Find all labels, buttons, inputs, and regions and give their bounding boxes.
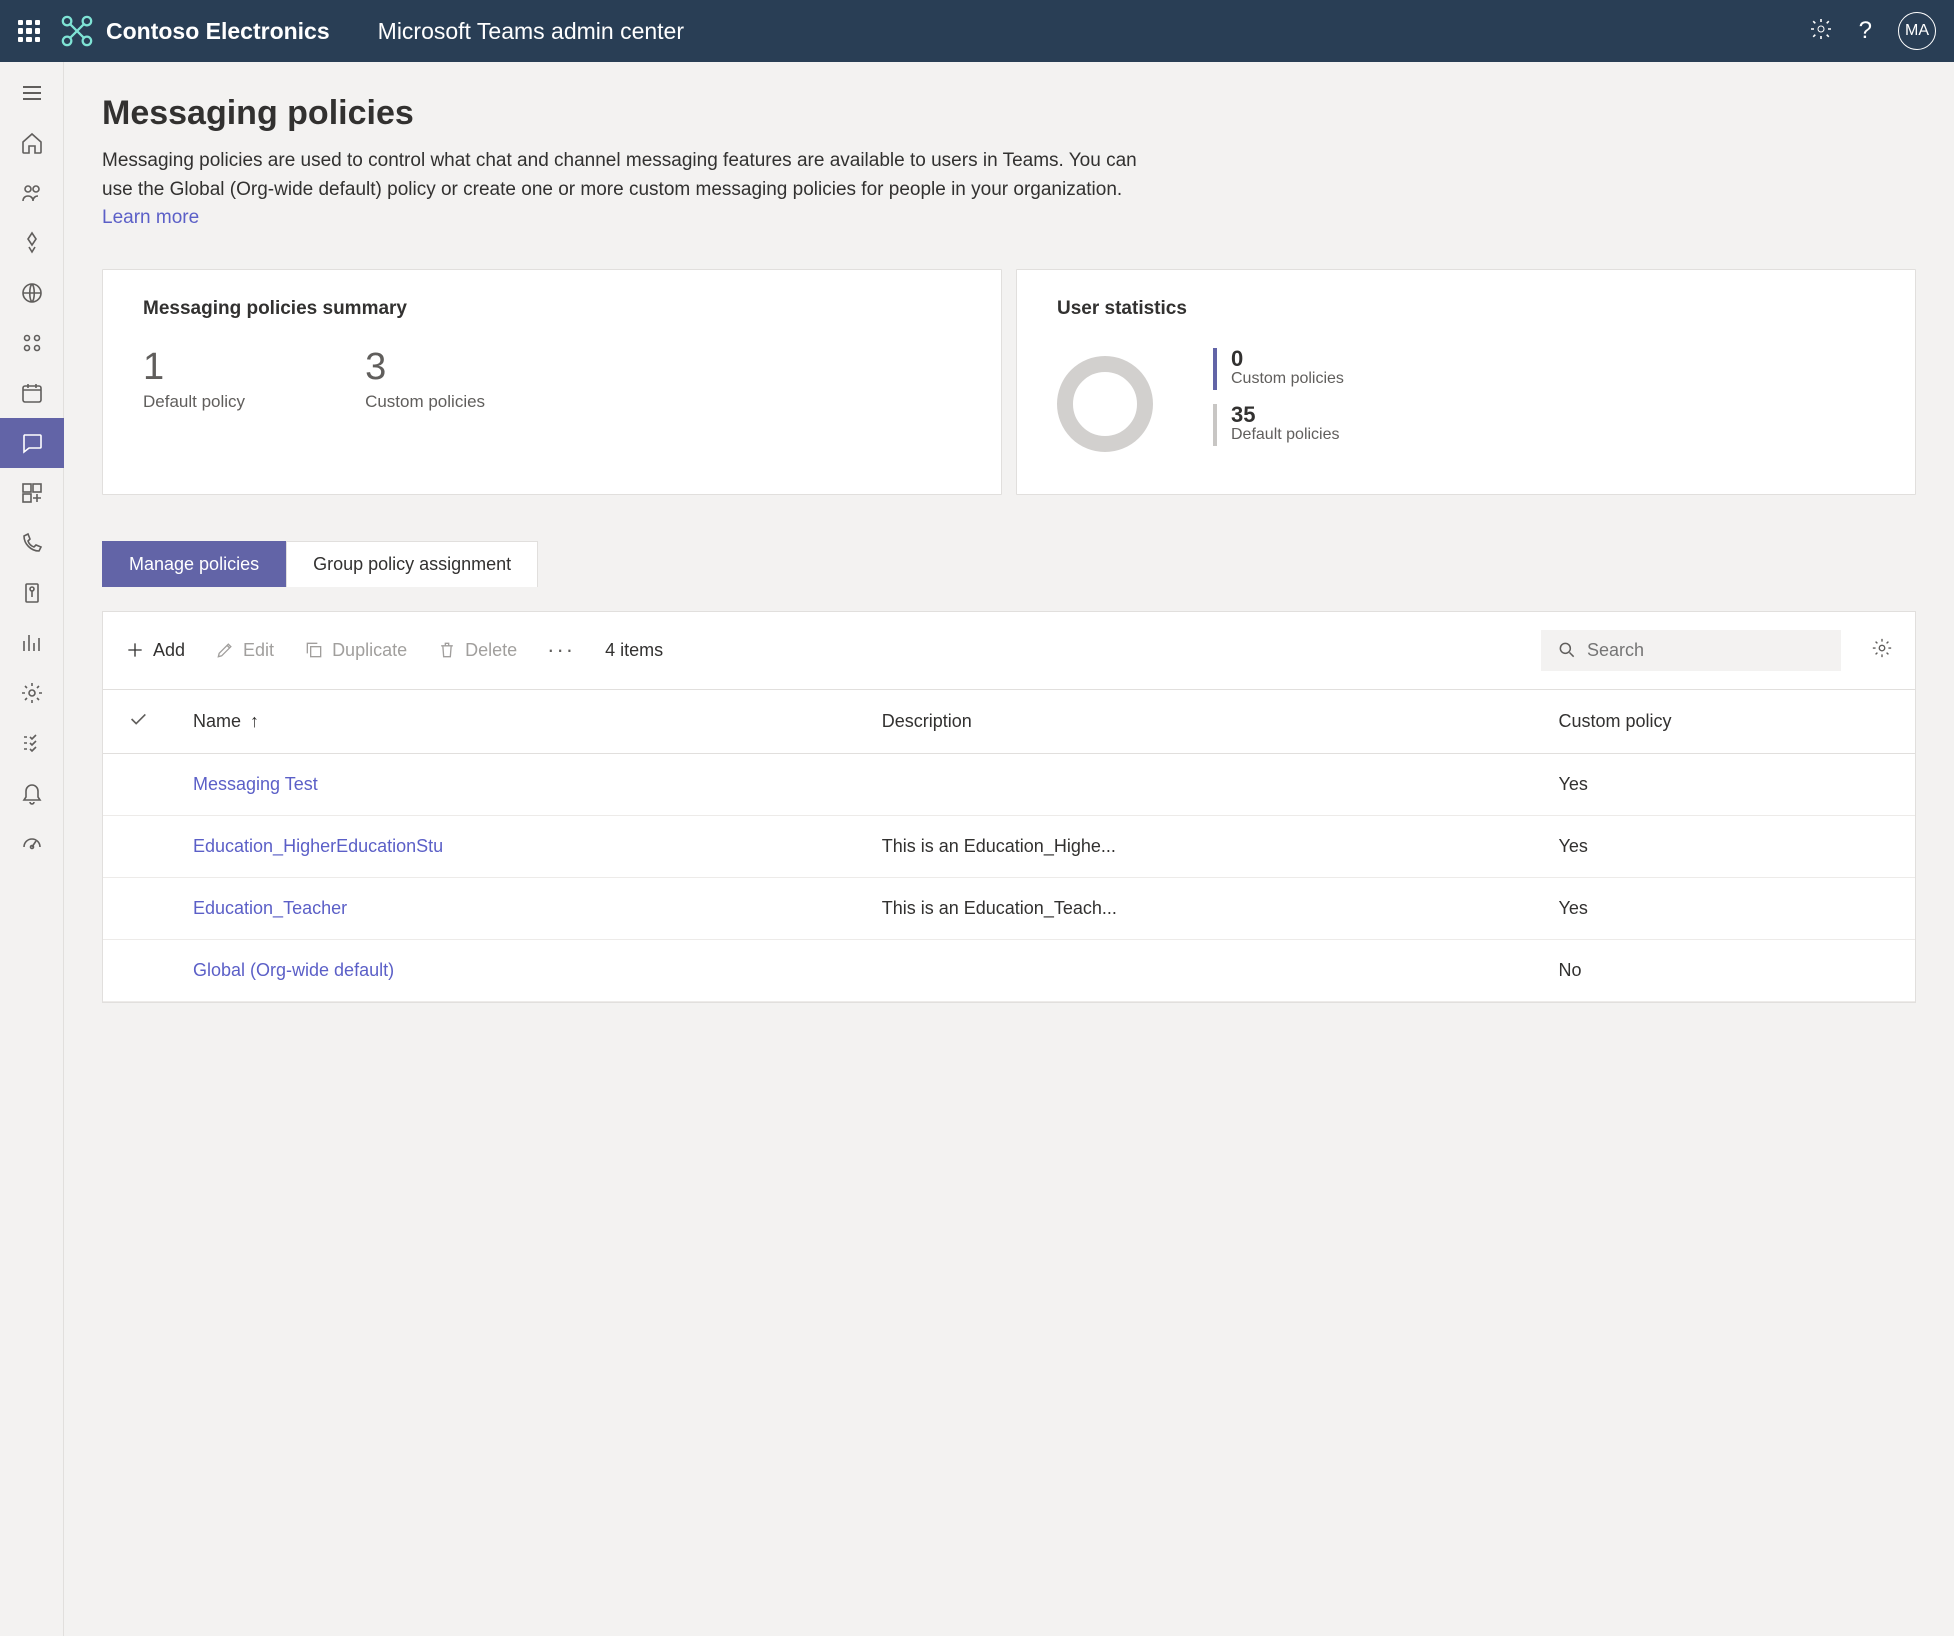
table-settings-icon[interactable] — [1871, 637, 1893, 664]
tab-manage-policies[interactable]: Manage policies — [102, 541, 286, 587]
policies-table: Name ↑ Description Custom policy Messagi… — [103, 690, 1915, 1002]
app-title: Microsoft Teams admin center — [378, 18, 684, 45]
edit-button[interactable]: Edit — [215, 640, 274, 661]
user-default-label: Default policies — [1231, 426, 1340, 444]
settings-icon[interactable] — [1809, 17, 1833, 46]
policy-name-link[interactable]: Messaging Test — [173, 753, 862, 815]
avatar-initials: MA — [1905, 22, 1929, 40]
table-row[interactable]: Global (Org-wide default) No — [103, 939, 1915, 1001]
page-description: Messaging policies are used to control w… — [102, 147, 1162, 233]
learn-more-link[interactable]: Learn more — [102, 207, 199, 228]
summary-title: Messaging policies summary — [143, 298, 965, 320]
app-launcher-icon[interactable] — [18, 20, 40, 42]
nav-home-icon[interactable] — [0, 118, 64, 168]
search-icon — [1557, 640, 1577, 660]
policy-description — [862, 753, 1539, 815]
table-row[interactable]: Education_Teacher This is an Education_T… — [103, 877, 1915, 939]
nav-locations-icon[interactable] — [0, 268, 64, 318]
nav-toggle-icon[interactable] — [0, 68, 64, 118]
more-actions-icon[interactable]: ··· — [547, 637, 575, 663]
col-name[interactable]: Name ↑ — [173, 690, 862, 754]
tab-bar: Manage policies Group policy assignment — [102, 541, 1916, 587]
user-stats-card: User statistics 0 Custom policies — [1016, 269, 1916, 495]
default-policy-label: Default policy — [143, 392, 245, 412]
policy-description — [862, 939, 1539, 1001]
nav-voice-icon[interactable] — [0, 518, 64, 568]
page-title: Messaging policies — [102, 94, 1916, 133]
sort-asc-icon: ↑ — [250, 711, 259, 731]
table-row[interactable]: Education_HigherEducationStu This is an … — [103, 815, 1915, 877]
nav-notifications-icon[interactable] — [0, 768, 64, 818]
user-stats-title: User statistics — [1057, 298, 1879, 320]
items-count: 4 items — [605, 640, 663, 661]
tab-group-policy-assignment[interactable]: Group policy assignment — [286, 541, 538, 587]
user-custom-label: Custom policies — [1231, 370, 1344, 388]
user-avatar[interactable]: MA — [1898, 12, 1936, 50]
left-nav-rail — [0, 62, 64, 1636]
custom-policy-label: Custom policies — [365, 392, 485, 412]
col-custom[interactable]: Custom policy — [1539, 690, 1915, 754]
summary-card: Messaging policies summary 1 Default pol… — [102, 269, 1002, 495]
check-icon — [127, 708, 149, 730]
default-policy-count: 1 — [143, 348, 245, 386]
policy-description: This is an Education_Highe... — [862, 815, 1539, 877]
help-icon[interactable]: ? — [1859, 17, 1872, 45]
policy-custom: Yes — [1539, 753, 1915, 815]
stat-bar-icon — [1213, 348, 1217, 390]
policies-panel: Add Edit Duplicate Delete ··· 4 items — [102, 611, 1916, 1003]
nav-meetings-icon[interactable] — [0, 368, 64, 418]
nav-messaging-icon[interactable] — [0, 418, 64, 468]
org-brand[interactable]: Contoso Electronics — [60, 14, 330, 48]
nav-analytics-icon[interactable] — [0, 618, 64, 668]
nav-devices-icon[interactable] — [0, 218, 64, 268]
policy-custom: No — [1539, 939, 1915, 1001]
main-content: Messaging policies Messaging policies ar… — [64, 62, 1954, 1636]
col-description[interactable]: Description — [862, 690, 1539, 754]
policy-name-link[interactable]: Education_Teacher — [173, 877, 862, 939]
policy-custom: Yes — [1539, 877, 1915, 939]
delete-button[interactable]: Delete — [437, 640, 517, 661]
policy-description: This is an Education_Teach... — [862, 877, 1539, 939]
policy-name-link[interactable]: Global (Org-wide default) — [173, 939, 862, 1001]
nav-dashboard-icon[interactable] — [0, 818, 64, 868]
user-custom-count: 0 — [1231, 348, 1344, 370]
user-default-count: 35 — [1231, 404, 1340, 426]
nav-org-settings-icon[interactable] — [0, 668, 64, 718]
nav-users-icon[interactable] — [0, 318, 64, 368]
search-input[interactable] — [1541, 630, 1841, 671]
add-button[interactable]: Add — [125, 640, 185, 661]
nav-policy-icon[interactable] — [0, 568, 64, 618]
donut-chart-icon — [1057, 356, 1153, 452]
nav-planning-icon[interactable] — [0, 718, 64, 768]
org-logo-icon — [60, 14, 94, 48]
search-field[interactable] — [1587, 640, 1825, 661]
org-name: Contoso Electronics — [106, 18, 330, 45]
select-all-header[interactable] — [103, 690, 173, 754]
duplicate-button[interactable]: Duplicate — [304, 640, 407, 661]
toolbar: Add Edit Duplicate Delete ··· 4 items — [103, 612, 1915, 690]
policy-custom: Yes — [1539, 815, 1915, 877]
nav-teams-icon[interactable] — [0, 168, 64, 218]
custom-policy-count: 3 — [365, 348, 485, 386]
top-header: Contoso Electronics Microsoft Teams admi… — [0, 0, 1954, 62]
stat-bar-icon — [1213, 404, 1217, 446]
nav-apps-icon[interactable] — [0, 468, 64, 518]
policy-name-link[interactable]: Education_HigherEducationStu — [173, 815, 862, 877]
table-row[interactable]: Messaging Test Yes — [103, 753, 1915, 815]
